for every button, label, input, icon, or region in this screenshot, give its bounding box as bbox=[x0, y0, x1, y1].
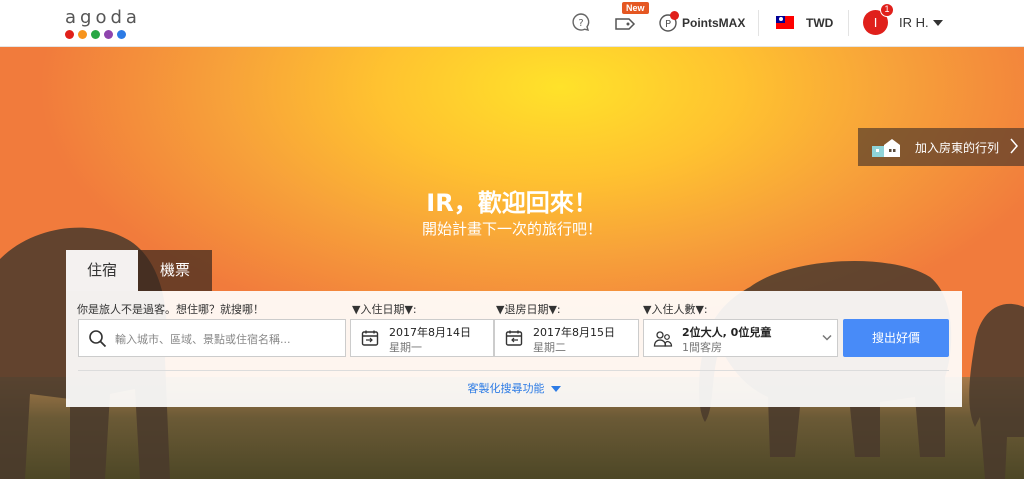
header-divider bbox=[848, 10, 849, 36]
search-button[interactable]: 搜出好價 bbox=[843, 319, 949, 357]
notification-badge: 1 bbox=[880, 3, 894, 17]
become-host-label: 加入房東的行列 bbox=[915, 141, 1000, 155]
pointsmax-link[interactable]: PointsMAX bbox=[682, 16, 745, 30]
become-host-banner[interactable]: 加入房東的行列 bbox=[858, 128, 1024, 166]
guests-label: ▼入住人數▼: bbox=[643, 303, 708, 316]
user-name[interactable]: IR H. bbox=[899, 15, 929, 30]
header-divider bbox=[758, 10, 759, 36]
destination-label: 你是旅人不是過客。想住哪？就搜哪！ bbox=[77, 303, 264, 316]
logo-dot bbox=[104, 30, 113, 39]
welcome-subheading: 開始計畫下一次的旅行吧！ bbox=[421, 220, 602, 238]
welcome-heading: IR，歡迎回來！ bbox=[426, 189, 598, 217]
checkin-date-field[interactable]: 2017年8月14日 星期一 bbox=[350, 319, 494, 357]
tab-flights[interactable]: 機票 bbox=[138, 250, 212, 291]
guests-selector[interactable]: 2位大人, 0位兒童 1間客房 bbox=[643, 319, 838, 357]
top-header: agoda ? New P PointsMAX TWD I 1 IR H. bbox=[0, 0, 1024, 47]
taiwan-flag-icon[interactable] bbox=[776, 16, 794, 29]
custom-search-label: 客製化搜尋功能 bbox=[467, 382, 545, 395]
flag-sun bbox=[778, 17, 783, 22]
elephant-far-right-silhouette bbox=[969, 303, 1024, 479]
logo-dot bbox=[117, 30, 126, 39]
deals-tag-icon[interactable] bbox=[614, 14, 636, 34]
search-panel: 你是旅人不是過客。想住哪？就搜哪！ ▼入住日期▼: ▼退房日期▼: ▼入住人數▼… bbox=[66, 291, 962, 407]
search-icon bbox=[89, 330, 107, 348]
logo-dot bbox=[78, 30, 87, 39]
checkout-date-field[interactable]: 2017年8月15日 星期二 bbox=[494, 319, 639, 357]
calendar-checkout-icon bbox=[505, 330, 523, 346]
checkout-label: ▼退房日期▼: bbox=[496, 303, 561, 316]
checkin-date: 2017年8月14日 bbox=[389, 326, 471, 339]
flag-canton bbox=[776, 16, 785, 23]
rooms-summary: 1間客房 bbox=[682, 341, 722, 354]
house-icon bbox=[872, 139, 900, 157]
currency-selector[interactable]: TWD bbox=[806, 16, 833, 30]
tab-accommodation[interactable]: 住宿 bbox=[66, 250, 138, 291]
svg-text:?: ? bbox=[578, 18, 583, 29]
destination-field[interactable] bbox=[78, 319, 346, 357]
guests-summary: 2位大人, 0位兒童 bbox=[682, 326, 772, 339]
logo-dot bbox=[91, 30, 100, 39]
destination-input[interactable] bbox=[115, 329, 340, 349]
user-menu-caret-icon[interactable] bbox=[933, 20, 943, 26]
calendar-checkin-icon bbox=[361, 330, 379, 346]
chevron-down-icon bbox=[822, 334, 832, 341]
checkout-weekday: 星期二 bbox=[533, 341, 566, 354]
chevron-right-icon bbox=[1010, 138, 1018, 154]
custom-search-toggle[interactable]: 客製化搜尋功能 bbox=[66, 380, 962, 396]
logo-dot bbox=[65, 30, 74, 39]
agoda-logo[interactable]: agoda bbox=[65, 7, 145, 41]
logo-text: agoda bbox=[65, 7, 141, 28]
points-notification-dot bbox=[670, 11, 679, 20]
new-badge: New bbox=[622, 2, 649, 14]
checkin-weekday: 星期一 bbox=[389, 341, 422, 354]
help-chat-icon[interactable]: ? bbox=[571, 12, 591, 32]
checkout-date: 2017年8月15日 bbox=[533, 326, 615, 339]
panel-divider bbox=[78, 370, 949, 371]
caret-down-icon bbox=[550, 386, 561, 392]
guests-icon bbox=[653, 331, 673, 347]
checkin-label: ▼入住日期▼: bbox=[352, 303, 417, 316]
logo-dots bbox=[65, 30, 145, 39]
svg-text:P: P bbox=[665, 19, 671, 30]
